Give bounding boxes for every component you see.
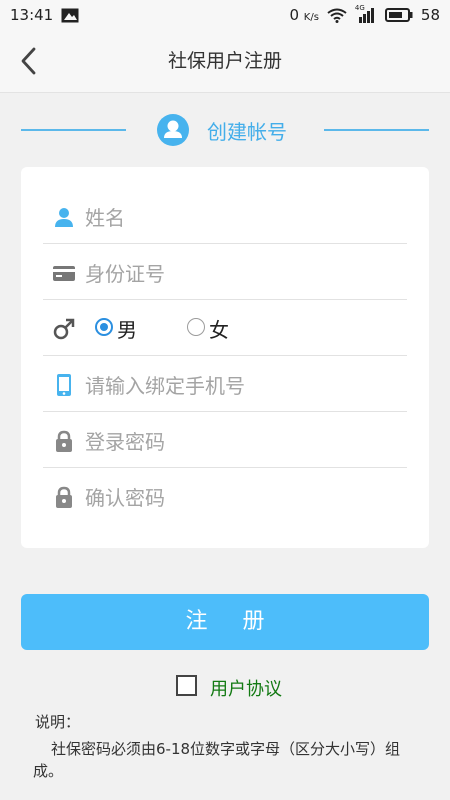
confirm-password-field[interactable]: 确认密码 <box>43 468 407 524</box>
id-card-icon <box>53 266 75 281</box>
id-number-field[interactable]: 身份证号 <box>43 244 407 300</box>
section-title: 创建帐号 <box>207 120 287 144</box>
register-button[interactable]: 注 册 <box>21 594 429 650</box>
section-header: 创建帐号 <box>0 106 450 154</box>
user-avatar-icon <box>157 114 189 146</box>
name-field[interactable]: 姓名 <box>43 188 407 244</box>
divider-right <box>324 129 429 131</box>
agreement-checkbox[interactable] <box>176 675 197 696</box>
title-bar: 社保用户注册 <box>0 30 450 93</box>
status-time: 13:41 <box>10 6 54 24</box>
agreement-link[interactable]: 用户协议 <box>210 675 282 701</box>
status-bar: 13:41 0 K/s 4G 58 <box>0 0 450 30</box>
battery-level: 58 <box>420 6 440 24</box>
signal-strength-icon: 4G <box>355 4 377 23</box>
password-input[interactable]: 登录密码 <box>85 426 165 455</box>
wifi-icon <box>327 8 347 23</box>
battery-icon <box>384 8 413 22</box>
male-icon <box>53 318 75 340</box>
network-speed-value: 0 <box>289 6 299 24</box>
network-speed-unit: K/s <box>303 12 319 23</box>
id-number-input[interactable]: 身份证号 <box>85 258 165 287</box>
gender-female-radio[interactable] <box>187 318 205 336</box>
gender-female-label[interactable]: 女 <box>209 314 229 343</box>
phone-field[interactable]: 请输入绑定手机号 <box>43 356 407 412</box>
phone-input[interactable]: 请输入绑定手机号 <box>85 370 245 399</box>
registration-form: 姓名 身份证号 男 女 请输入绑定手机号 登录密码 确认密码 <box>21 167 429 548</box>
image-notification-icon <box>61 8 79 22</box>
page-title: 社保用户注册 <box>167 50 282 72</box>
note-title: 说明： <box>35 713 81 731</box>
name-input[interactable]: 姓名 <box>85 202 125 231</box>
gender-field: 男 女 <box>43 300 407 356</box>
note-body: 社保密码必须由6-18位数字或字母（区分大小写）组成。 <box>33 740 401 780</box>
password-field[interactable]: 登录密码 <box>43 412 407 468</box>
gender-male-label[interactable]: 男 <box>117 314 137 343</box>
confirm-password-input[interactable]: 确认密码 <box>85 482 165 511</box>
network-speed: 0 K/s <box>289 6 318 24</box>
person-icon <box>55 208 73 227</box>
divider-left <box>21 129 126 131</box>
lock-icon <box>56 486 72 508</box>
mobile-phone-icon <box>57 374 71 396</box>
lock-icon <box>56 430 72 452</box>
gender-male-radio[interactable] <box>95 318 113 336</box>
